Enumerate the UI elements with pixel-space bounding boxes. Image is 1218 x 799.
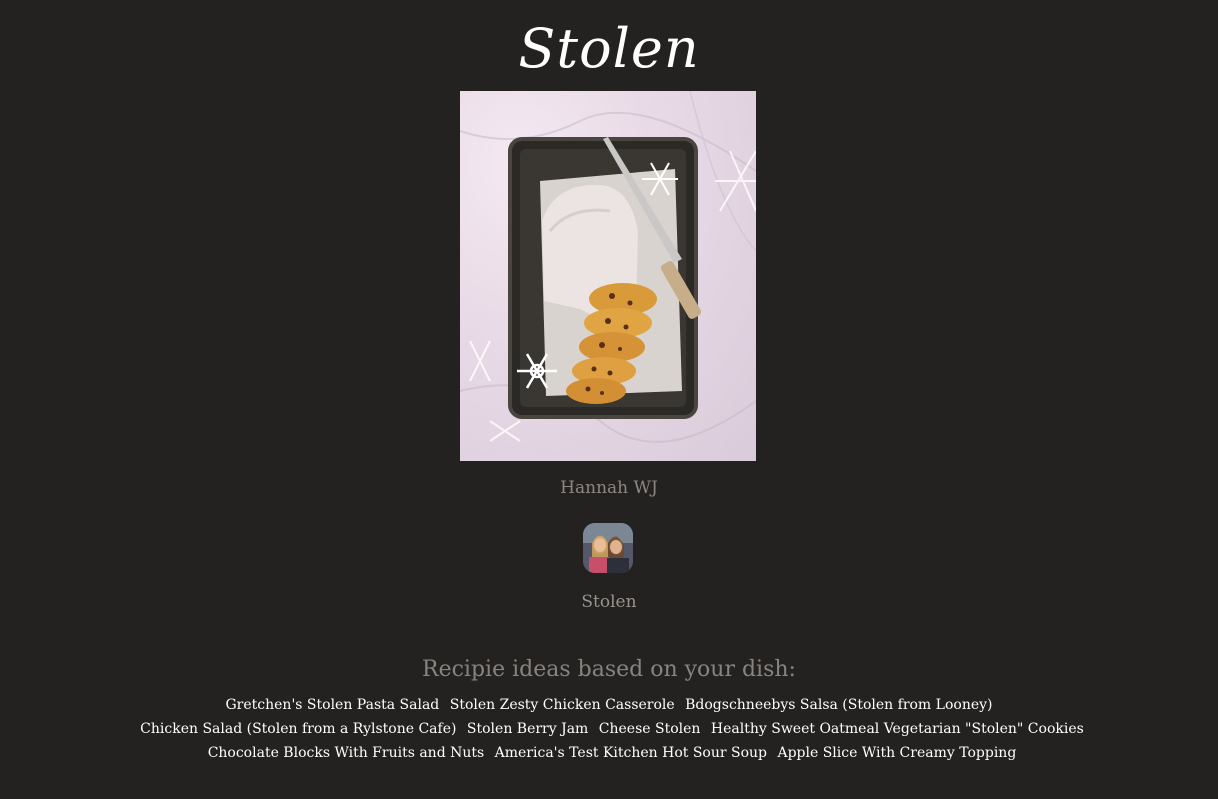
avatar-image [583,523,633,573]
stollen-illustration [460,91,756,443]
recipe-photo [460,91,756,461]
recipe-idea-link[interactable]: Gretchen's Stolen Pasta Salad [226,697,440,713]
recipe-ideas-list: Gretchen's Stolen Pasta Salad Stolen Zes… [104,693,1114,765]
recipe-ideas-heading: Recipie ideas based on your dish: [422,657,796,682]
recipe-idea-link[interactable]: Healthy Sweet Oatmeal Vegetarian "Stolen… [711,721,1084,737]
author-avatar[interactable] [583,523,633,573]
recipe-idea-link[interactable]: Apple Slice With Creamy Topping [777,745,1016,761]
recipe-author[interactable]: Hannah WJ [0,478,1218,498]
recipe-idea-link[interactable]: Cheese Stolen [599,721,701,737]
recipe-title: Stolen [518,17,700,80]
recipe-page: Stolen Hannah WJ Stolen Recipie ideas ba… [0,0,1218,799]
recipe-idea-link[interactable]: Stolen Berry Jam [467,721,588,737]
recipe-idea-link[interactable]: Chocolate Blocks With Fruits and Nuts [208,745,485,761]
dish-name: Stolen [581,592,637,612]
recipe-idea-link[interactable]: Chicken Salad (Stolen from a Rylstone Ca… [140,721,456,737]
recipe-idea-link[interactable]: Bdogschneebys Salsa (Stolen from Looney) [685,697,992,713]
recipe-idea-link[interactable]: Stolen Zesty Chicken Casserole [450,697,675,713]
recipe-idea-link[interactable]: America's Test Kitchen Hot Sour Soup [495,745,767,761]
